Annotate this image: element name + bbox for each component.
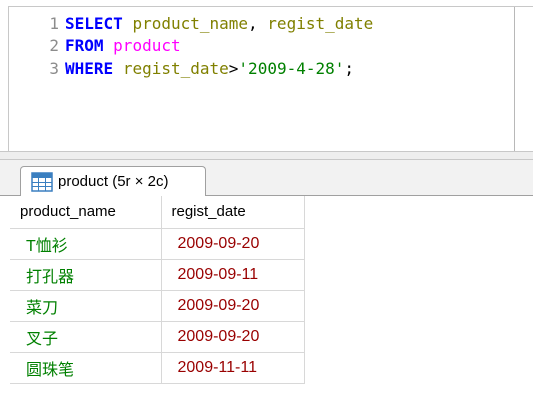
cell-product-name[interactable]: 打孔器	[10, 259, 162, 291]
column-header-regist-date[interactable]: regist_date	[161, 196, 305, 229]
table-row[interactable]: 打孔器 2009-09-11	[10, 259, 305, 291]
sql-token-op: >	[228, 59, 239, 78]
code-text[interactable]: WHERE regist_date>'2009-4-28';	[59, 58, 354, 80]
sql-token-kw: SELECT	[65, 14, 123, 33]
column-header-product-name[interactable]: product_name	[10, 196, 162, 229]
result-grid[interactable]: product_name regist_date T恤衫 2009-09-20 …	[0, 196, 533, 409]
cell-product-name[interactable]: T恤衫	[10, 228, 162, 260]
cell-regist-date[interactable]: 2009-09-11	[161, 259, 305, 291]
sql-token-op: ,	[248, 14, 268, 33]
table-row[interactable]: 圆珠笔 2009-11-11	[10, 352, 305, 384]
sql-token-ident: product_name	[132, 14, 249, 33]
cell-product-name[interactable]: 叉子	[10, 321, 162, 353]
sql-token-op	[104, 36, 114, 55]
sql-token-ident: regist_date	[267, 14, 374, 33]
table-row[interactable]: 菜刀 2009-09-20	[10, 290, 305, 322]
cell-regist-date[interactable]: 2009-09-20	[161, 290, 305, 322]
result-tab-product[interactable]: product (5r × 2c)	[20, 166, 206, 196]
sql-token-op	[113, 59, 123, 78]
cell-product-name[interactable]: 菜刀	[10, 290, 162, 322]
sql-token-ident: regist_date	[122, 59, 229, 78]
code-text[interactable]: FROM product	[59, 35, 181, 57]
cell-regist-date[interactable]: 2009-11-11	[161, 352, 305, 384]
result-tab-label: product (5r × 2c)	[58, 173, 169, 190]
result-tab-bar: product (5r × 2c)	[0, 160, 533, 196]
line-number: 3	[49, 59, 59, 78]
sql-token-kw: FROM	[65, 36, 104, 55]
sql-token-str: '2009-4-28'	[238, 59, 345, 78]
editor-right-divider	[514, 7, 515, 152]
code-line[interactable]: 1 SELECT product_name, regist_date	[9, 13, 373, 35]
header-row: product_name regist_date	[10, 196, 305, 229]
code-line[interactable]: 3 WHERE regist_date>'2009-4-28';	[9, 58, 354, 80]
sql-editor[interactable]: 1 SELECT product_name, regist_date 2 FROM p…	[8, 6, 533, 152]
code-line[interactable]: 2 FROM product	[9, 35, 181, 57]
line-number: 1	[49, 14, 59, 33]
sql-token-op	[123, 14, 133, 33]
sql-token-op: ;	[344, 59, 355, 78]
result-table: product_name regist_date T恤衫 2009-09-20 …	[10, 196, 305, 384]
table-grid-icon	[31, 171, 53, 192]
code-text[interactable]: SELECT product_name, regist_date	[59, 13, 373, 35]
line-number: 2	[49, 36, 59, 55]
cell-regist-date[interactable]: 2009-09-20	[161, 321, 305, 353]
cell-regist-date[interactable]: 2009-09-20	[161, 228, 305, 260]
pane-splitter[interactable]	[0, 151, 533, 160]
table-row[interactable]: 叉子 2009-09-20	[10, 321, 305, 353]
cell-product-name[interactable]: 圆珠笔	[10, 352, 162, 384]
sql-token-tbl: product	[113, 36, 181, 55]
table-row[interactable]: T恤衫 2009-09-20	[10, 228, 305, 260]
sql-token-kw: WHERE	[65, 59, 114, 78]
